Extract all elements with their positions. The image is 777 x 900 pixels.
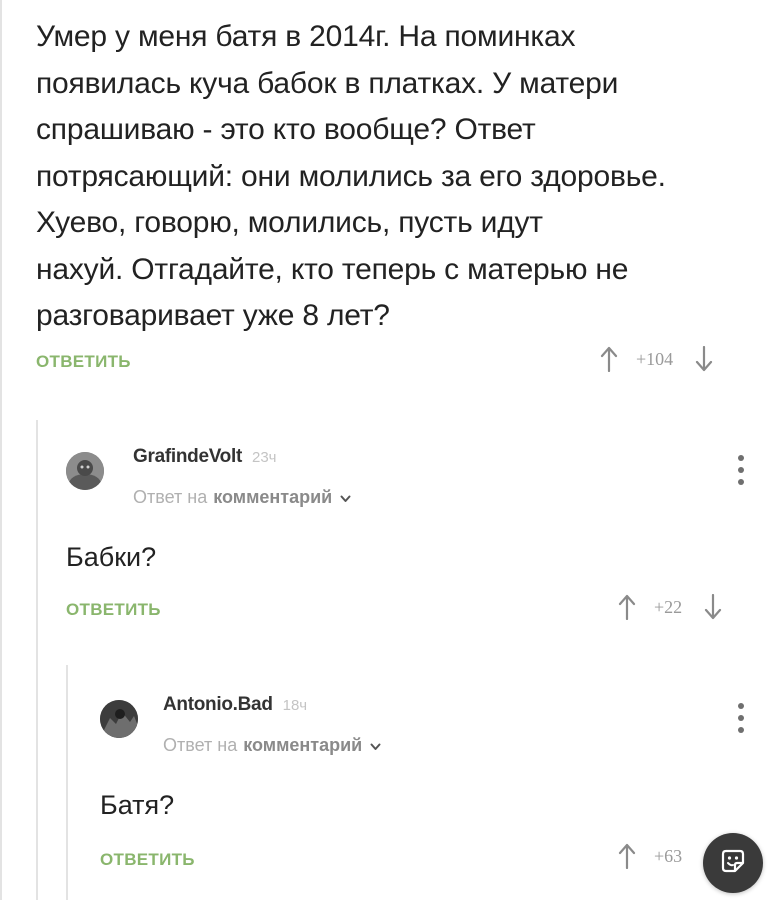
reply-2-reply-to[interactable]: Ответ на комментарий bbox=[163, 735, 381, 756]
sticker-button[interactable] bbox=[703, 833, 763, 893]
thread-line-root bbox=[0, 0, 2, 900]
reply-1-score: +22 bbox=[654, 596, 683, 617]
reply-1-text: Бабки? bbox=[66, 542, 157, 572]
avatar[interactable] bbox=[100, 700, 138, 738]
reply-1-vote-group: +22 bbox=[618, 594, 722, 620]
reply-to-target: комментарий bbox=[243, 735, 363, 755]
author-name[interactable]: GrafindeVolt bbox=[133, 446, 242, 468]
thread-line-reply-1 bbox=[36, 420, 38, 900]
arrow-down-icon[interactable] bbox=[704, 594, 722, 620]
author-name[interactable]: Antonio.Bad bbox=[163, 694, 273, 716]
reply-2-score: +63 bbox=[654, 845, 683, 866]
reply-1-reply-to[interactable]: Ответ на комментарий bbox=[133, 487, 351, 508]
arrow-up-icon[interactable] bbox=[618, 843, 636, 869]
more-vertical-icon[interactable] bbox=[735, 455, 747, 485]
reply-2-text: Батя? bbox=[100, 790, 175, 820]
chevron-down-icon bbox=[340, 487, 351, 508]
thread-line-reply-2 bbox=[66, 665, 68, 900]
arrow-up-icon[interactable] bbox=[618, 594, 636, 620]
root-comment-text: Умер у меня батя в 2014г. На поминках по… bbox=[36, 20, 666, 332]
more-vertical-icon[interactable] bbox=[735, 703, 747, 733]
root-vote-group: +104 bbox=[600, 346, 713, 372]
arrow-up-icon[interactable] bbox=[600, 346, 618, 372]
sticker-icon bbox=[718, 846, 748, 881]
avatar[interactable] bbox=[66, 452, 104, 490]
root-score: +104 bbox=[636, 348, 674, 369]
arrow-down-icon[interactable] bbox=[695, 346, 713, 372]
comment-time: 23ч bbox=[252, 449, 277, 466]
reply-to-prefix: Ответ на bbox=[133, 487, 208, 507]
reply-1-reply-button[interactable]: ОТВЕТИТЬ bbox=[66, 600, 161, 620]
reply-to-target: комментарий bbox=[213, 487, 333, 507]
reply-2-reply-button[interactable]: ОТВЕТИТЬ bbox=[100, 850, 195, 870]
reply-2-header: Antonio.Bad 18ч bbox=[163, 694, 307, 716]
reply-2-vote-group: +63 bbox=[618, 843, 704, 869]
reply-1-header: GrafindeVolt 23ч bbox=[133, 446, 277, 468]
comment-time: 18ч bbox=[282, 697, 308, 714]
root-comment: Умер у меня батя в 2014г. На поминках по… bbox=[36, 14, 756, 340]
root-reply-button[interactable]: ОТВЕТИТЬ bbox=[36, 352, 131, 372]
chevron-down-icon bbox=[370, 735, 381, 756]
reply-to-prefix: Ответ на bbox=[163, 735, 238, 755]
